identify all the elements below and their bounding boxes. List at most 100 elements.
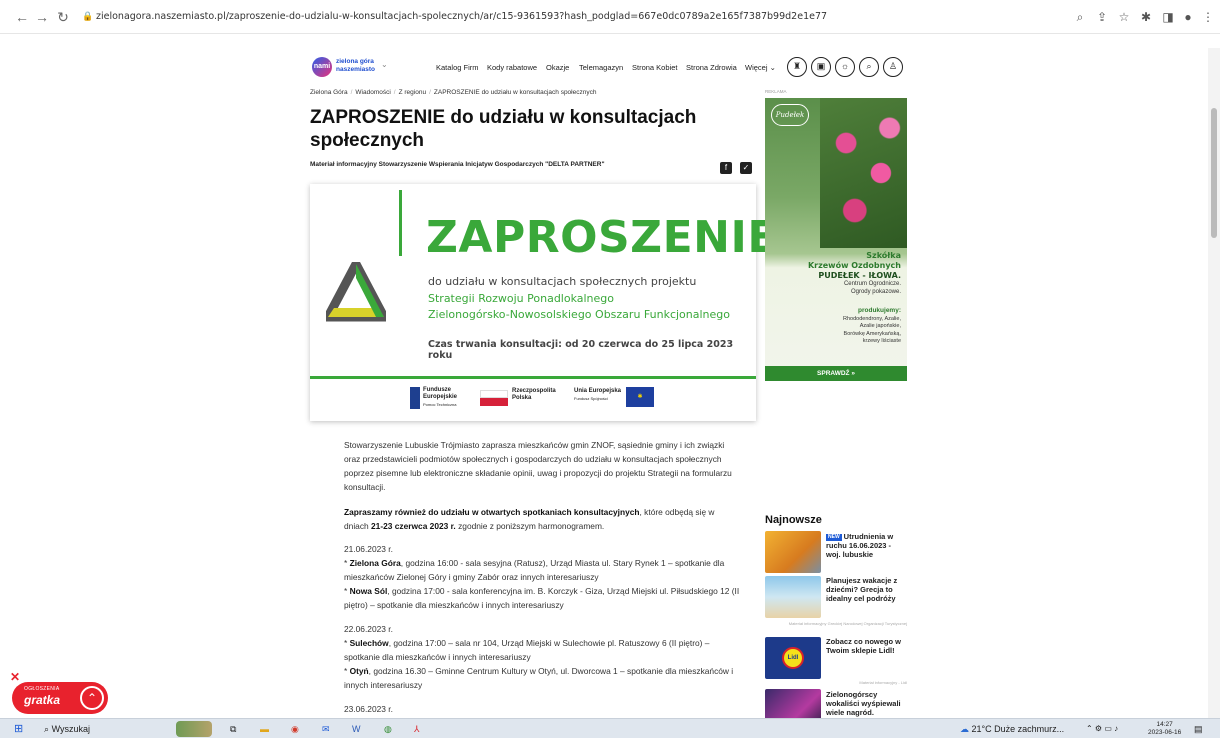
- breadcrumb-item[interactable]: Zielona Góra: [310, 89, 348, 96]
- breadcrumb-item[interactable]: Z regionu: [399, 89, 426, 96]
- facebook-share-icon[interactable]: f: [720, 162, 732, 174]
- nav-kody-rabatowe[interactable]: Kody rabatowe: [487, 63, 537, 72]
- city-dropdown-chevron-icon[interactable]: ⌄: [381, 60, 388, 69]
- turtle-widget-icon[interactable]: [176, 721, 212, 737]
- twitter-share-icon[interactable]: ✓: [740, 162, 752, 174]
- news-item-title[interactable]: Planujesz wakacje z dziećmi? Grecja to i…: [826, 576, 906, 603]
- news-item-title[interactable]: NEW Utrudnienia w ruchu 16.06.2023 - woj.…: [826, 532, 906, 559]
- extensions-icon[interactable]: ✱: [1138, 9, 1154, 25]
- schedule-entry: * Otyń, godzina 16.30 – Gminne Centrum K…: [344, 666, 734, 690]
- tray-icons[interactable]: ⌃ ⚙ ▭ ♪: [1086, 721, 1118, 737]
- entry-city: Nowa Sól: [349, 586, 388, 596]
- latest-heading: Najnowsze: [765, 514, 822, 526]
- lidl-logo-icon: Lidl: [782, 647, 804, 669]
- chevron-up-icon[interactable]: ⌃: [80, 686, 104, 710]
- flag-red-icon: [480, 398, 508, 406]
- logo-line-2: naszemiasto: [336, 66, 376, 73]
- ue-line-1: Unia Europejska: [574, 388, 622, 394]
- nav-okazje[interactable]: Okazje: [546, 63, 569, 72]
- nav-wiecej[interactable]: Więcej ⌄: [745, 63, 776, 72]
- news-thumbnail-greece[interactable]: [765, 576, 821, 618]
- task-view-icon[interactable]: ⧉: [230, 721, 236, 737]
- ad-prod-head: produkujemy:: [858, 307, 901, 314]
- ue-line-2: Fundusz Spójności: [574, 396, 608, 401]
- banner-line-3: Zielonogórsko-Nowosolskiego Obszaru Funk…: [428, 308, 731, 321]
- entry-city: Sulechów: [349, 638, 389, 648]
- news-item-title[interactable]: Zielonogórscy wokaliści wyśpiewali wiele…: [826, 690, 906, 717]
- search-icon: ⌕: [44, 724, 50, 734]
- flowers-image: [820, 98, 907, 248]
- advertisement[interactable]: REKLAMA Pudełek Szkółka Krzewów Ozdobnyc…: [765, 89, 907, 385]
- word-icon[interactable]: W: [352, 721, 361, 737]
- ad-prod-3: Borówkę Amerykańską,: [843, 330, 901, 337]
- entry-city: Otyń: [349, 666, 369, 676]
- nav-strona-zdrowia[interactable]: Strona Zdrowia: [686, 63, 737, 72]
- close-icon[interactable]: ✕: [10, 670, 20, 684]
- invitation-banner: ZAPROSZENIE do udziału w konsultacjach s…: [310, 184, 777, 421]
- site-logo-text[interactable]: zielona góra naszemiasto: [336, 58, 386, 74]
- chrome-icon[interactable]: ◉: [291, 721, 299, 737]
- ad-label: REKLAMA: [765, 89, 787, 94]
- site-logo-badge[interactable]: nami: [312, 57, 332, 77]
- news-thumbnail-roadwork[interactable]: [765, 531, 821, 573]
- sponsored-note: Materiał informacyjny - Lidl: [859, 680, 907, 685]
- scrollbar-thumb[interactable]: [1211, 108, 1217, 238]
- p2-bold: Zapraszamy również do udziału w otwartyc…: [344, 507, 640, 517]
- reload-icon[interactable]: ↻: [55, 9, 71, 25]
- breadcrumb: Zielona Góra / Wiadomości / Z regionu / ZAPROS…: [310, 89, 597, 96]
- ad-check-button[interactable]: SPRAWDŹ »: [765, 366, 907, 381]
- p2-end: zgodnie z poniższym harmonogramem.: [455, 521, 605, 531]
- search-icon[interactable]: ⌕: [859, 57, 879, 77]
- sponsored-note: Materiał informacyjny Greckiej Narodowej…: [788, 621, 907, 626]
- ad-title: Szkółka Krzewów Ozdobnych PUDEŁEK - IŁOW…: [801, 251, 901, 281]
- url-text: zielonagora.naszemiasto.pl/zaproszenie-d…: [96, 11, 828, 22]
- fe-line-1: Fundusze: [423, 387, 451, 393]
- page-scrollbar[interactable]: [1208, 48, 1220, 718]
- banner-divider: [399, 190, 402, 256]
- logo-line-1: zielona góra: [336, 58, 374, 65]
- file-explorer-icon[interactable]: ▬: [260, 721, 269, 737]
- flag-white-icon: [480, 390, 508, 398]
- entry-text: , godzina 16:00 - sala sesyjna (Ratusz),…: [344, 558, 725, 582]
- outlook-icon[interactable]: ✉: [322, 721, 330, 737]
- ad-image: Pudełek Szkółka Krzewów Ozdobnych PUDEŁE…: [765, 98, 907, 381]
- lock-icon: 🔒: [82, 12, 94, 22]
- taskbar-search[interactable]: ⌕ Wyszukaj: [44, 721, 90, 737]
- user-icon[interactable]: ♙: [883, 57, 903, 77]
- ad-sub-2: Ogrody pokazowe.: [850, 289, 901, 295]
- weather-icon[interactable]: ☼: [835, 57, 855, 77]
- back-icon[interactable]: ←: [14, 9, 30, 25]
- address-bar[interactable]: 🔒 zielonagora.naszemiasto.pl/zaproszenie…: [76, 6, 1096, 28]
- zoom-icon[interactable]: ⌕: [1072, 9, 1088, 25]
- article-paragraph-1: Stowarzyszenie Lubuskie Trójmiasto zapra…: [344, 440, 732, 492]
- profile-icon[interactable]: ●: [1180, 9, 1196, 25]
- breadcrumb-item[interactable]: Wiadomości: [355, 89, 390, 96]
- bookmark-star-icon[interactable]: ☆: [1116, 9, 1132, 25]
- notifications-icon[interactable]: ▤: [1194, 721, 1203, 737]
- article-title: ZAPROSZENIE do udziału w konsultacjach s…: [310, 107, 697, 151]
- news-item-title[interactable]: Zobacz co nowego w Twoim sklepie Lidl!: [826, 637, 906, 655]
- weather-widget[interactable]: ☁ 21°C Duże zachmurz...: [960, 721, 1064, 737]
- schedule-entry: * Zielona Góra, godzina 16:00 - sala ses…: [344, 558, 725, 582]
- web-page: nami zielona góra naszemiasto ⌄ Katalog …: [0, 34, 1208, 718]
- gratka-widget[interactable]: OGŁOSZENIA gratka ⌃: [12, 682, 108, 714]
- share-icon[interactable]: ⇪: [1094, 9, 1110, 25]
- banner-dates: Czas trwania konsultacji: od 20 czerwca …: [428, 339, 734, 361]
- sidepanel-icon[interactable]: ◨: [1160, 9, 1176, 25]
- clock[interactable]: 14:27 2023-06-16: [1148, 721, 1181, 737]
- ad-logo: Pudełek: [771, 104, 809, 126]
- windows-start-icon[interactable]: ⊞: [14, 721, 23, 737]
- badge-icon[interactable]: ♜: [787, 57, 807, 77]
- pdf-reader-icon[interactable]: ⅄: [414, 721, 420, 737]
- nav-strona-kobiet[interactable]: Strona Kobiet: [632, 63, 677, 72]
- menu-dots-icon[interactable]: ⋮: [1200, 9, 1216, 25]
- forward-icon[interactable]: →: [34, 9, 50, 25]
- app-icon[interactable]: ◍: [384, 721, 392, 737]
- nav-telemagazyn[interactable]: Telemagazyn: [579, 63, 623, 72]
- clock-date: 2023-06-16: [1148, 729, 1182, 736]
- nav-katalog-firm[interactable]: Katalog Firm: [436, 63, 479, 72]
- calendar-icon[interactable]: ▣: [811, 57, 831, 77]
- article-sponsor: Materiał informacyjny Stowarzyszenie Wsp…: [310, 161, 605, 168]
- news-thumbnail-singers[interactable]: [765, 689, 821, 718]
- news-thumbnail-lidl[interactable]: Lidl: [765, 637, 821, 679]
